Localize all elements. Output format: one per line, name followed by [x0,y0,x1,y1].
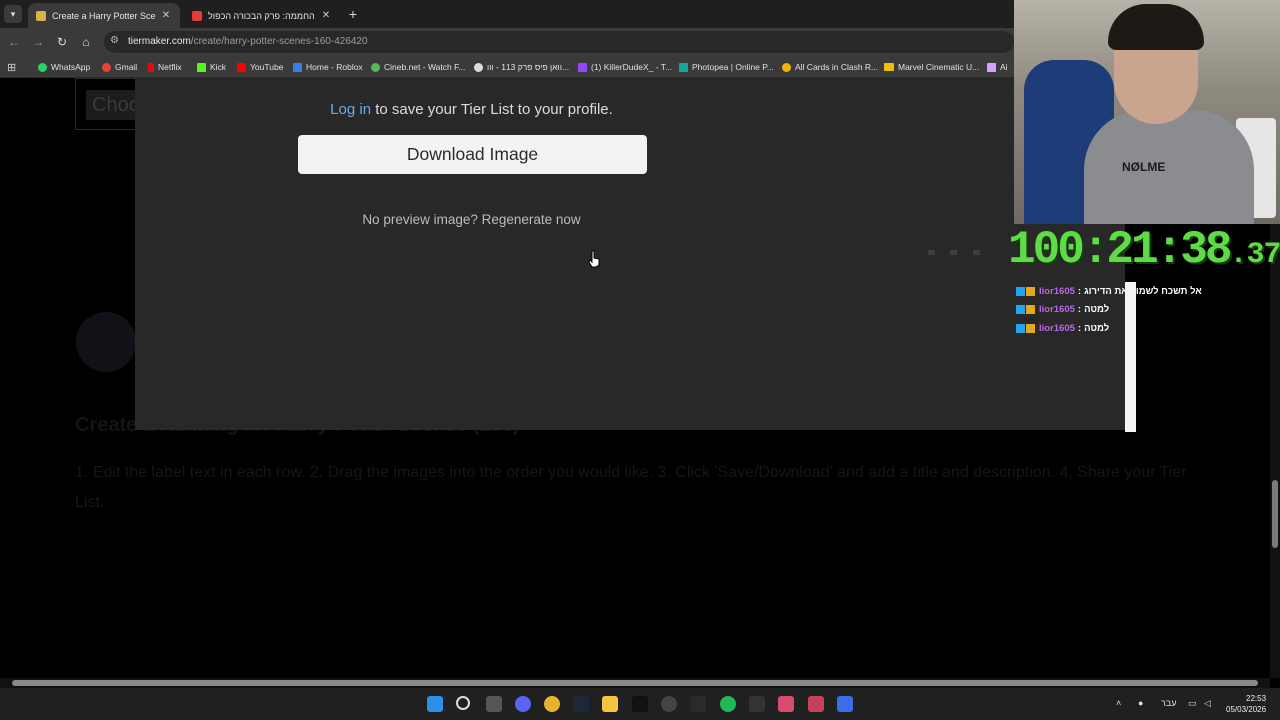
scrollbar-thumb[interactable] [12,680,1258,686]
bookmark-onepiece[interactable]: וואן פיס פרק 113 - ווו... [474,60,569,74]
tiermaker-favicon-icon [36,10,46,21]
login-link[interactable]: Log in [330,101,371,118]
forward-icon[interactable]: → [30,34,46,50]
steam-icon[interactable] [573,696,589,712]
close-tab-icon[interactable]: ✕ [160,10,172,21]
loading-dot [928,250,935,255]
bookmark-twitch[interactable]: (1) KillerDudeX_ - T... [578,60,672,74]
regenerate-link[interactable]: No preview image? Regenerate now [135,212,808,227]
back-icon[interactable]: ← [6,34,22,50]
download-modal: Log in to save your Tier List to your pr… [135,78,1125,430]
speedrun-timer: 100:21:38.37 [1008,224,1280,276]
bookmark-photopea[interactable]: Photopea | Online P... [679,60,774,74]
crown-icon [1026,286,1035,296]
bookmark-ai[interactable]: Ai [987,60,1008,74]
photopea-icon [679,62,688,72]
home-icon[interactable]: ⌂ [78,34,94,50]
chat-message: lior1605: למטה [1016,301,1109,317]
whatsapp-icon [38,62,47,72]
chat-scrollbar[interactable] [1125,282,1136,432]
crown-icon [1026,323,1035,333]
netflix-icon [148,62,154,72]
obs-icon[interactable] [661,696,677,712]
windows-start-icon[interactable] [427,696,443,712]
kick-icon [197,62,206,72]
app-icon[interactable] [690,696,706,712]
epic-games-icon[interactable] [749,696,765,712]
reload-icon[interactable]: ↻ [54,34,70,50]
creator-avatar [76,312,136,372]
streamer-hair [1108,4,1204,50]
bookmark-gmail[interactable]: Gmail [102,60,137,74]
bookmark-marvel[interactable]: Marvel Cinematic U... [884,60,979,74]
page-instructions: 1. Edit the label text in each row. 2. D… [75,464,1187,511]
app-icon[interactable] [837,696,853,712]
crown-icon [1026,304,1035,314]
download-image-button[interactable]: Download Image [298,135,647,174]
chat-message: lior1605: אל תשכח לשמור את הדירוג [1016,283,1202,299]
ai-icon [987,62,996,72]
cineb-icon [371,62,380,72]
spotify-icon[interactable] [720,696,736,712]
hoodie-print: NØLME [1122,160,1166,174]
chat-overlay: lior1605: אל תשכח לשמור את הדירוג lior160… [1014,282,1202,432]
loading-dot [950,250,957,255]
tray-chevron-icon[interactable]: ˄ [1116,698,1121,708]
language-indicator[interactable]: עבר [1161,698,1176,708]
chat-message: lior1605: למטה [1016,320,1109,336]
file-explorer-icon[interactable] [602,696,618,712]
bookmark-kick[interactable]: Kick [197,60,226,74]
bookmarks-bar: ⊞ WhatsApp Gmail Netflix Kick YouTube Ho… [0,56,1014,78]
site-info-icon[interactable]: ⚙ [110,35,119,46]
bookmark-whatsapp[interactable]: WhatsApp [38,60,90,74]
hoodie [1084,110,1254,224]
tab-youtube[interactable]: החממה: פרק הבכורה הכפול - ✕ [184,3,340,28]
roblox-icon [293,62,302,72]
windows-taskbar: ˄ ● עבר ▭ ◁ 22:53 05/03/2026 [0,688,1280,720]
badge-icon [1016,304,1025,314]
chrome-icon[interactable] [544,696,560,712]
network-icon[interactable]: ▭ [1188,698,1197,709]
url-text: tiermaker.com/create/harry-potter-scenes… [128,36,368,47]
badge-icon [1016,323,1025,333]
youtube-favicon-icon [192,10,202,21]
address-bar[interactable]: ⚙ tiermaker.com/create/harry-potter-scen… [104,31,1014,53]
apps-grid-icon[interactable]: ⊞ [7,60,16,74]
loading-dot [973,250,980,255]
gmail-icon [102,62,111,72]
badge-icon [1016,286,1025,296]
clash-icon [782,62,791,72]
hand-cursor-icon [588,250,600,268]
tab-search-chevron-icon[interactable]: ▾ [4,5,22,23]
browser-toolbar: ← → ↻ ⌂ ⚙ tiermaker.com/create/harry-pot… [0,28,1014,56]
close-tab-icon[interactable]: ✕ [320,10,332,21]
login-prompt: Log in to save your Tier List to your pr… [330,101,613,118]
task-view-icon[interactable] [486,696,502,712]
tab-tiermaker[interactable]: Create a Harry Potter Scenes (1 ✕ [28,3,180,28]
bookmark-netflix[interactable]: Netflix [148,60,182,74]
bookmark-cineb[interactable]: Cineb.net - Watch F... [371,60,465,74]
app-icon[interactable] [808,696,824,712]
webcam-overlay: NØLME [1014,0,1280,224]
horizontal-scrollbar[interactable] [0,678,1270,688]
discord-icon[interactable] [515,696,531,712]
microphone-icon[interactable]: ● [1138,698,1143,708]
search-icon[interactable] [456,696,470,710]
globe-icon [474,62,483,72]
system-clock[interactable]: 22:53 05/03/2026 [1226,693,1266,715]
scrollbar-thumb[interactable] [1272,480,1278,548]
volume-icon[interactable]: ◁ [1204,698,1211,709]
marvel-icon [884,63,894,71]
new-tab-button[interactable]: + [344,5,362,23]
capcut-icon[interactable] [632,696,648,712]
twitch-icon [578,62,587,72]
bookmark-roblox[interactable]: Home - Roblox [293,60,363,74]
app-icon[interactable] [778,696,794,712]
bookmark-clashroyale[interactable]: All Cards in Clash R... [782,60,878,74]
youtube-icon [237,62,246,72]
bookmark-youtube[interactable]: YouTube [237,60,283,74]
